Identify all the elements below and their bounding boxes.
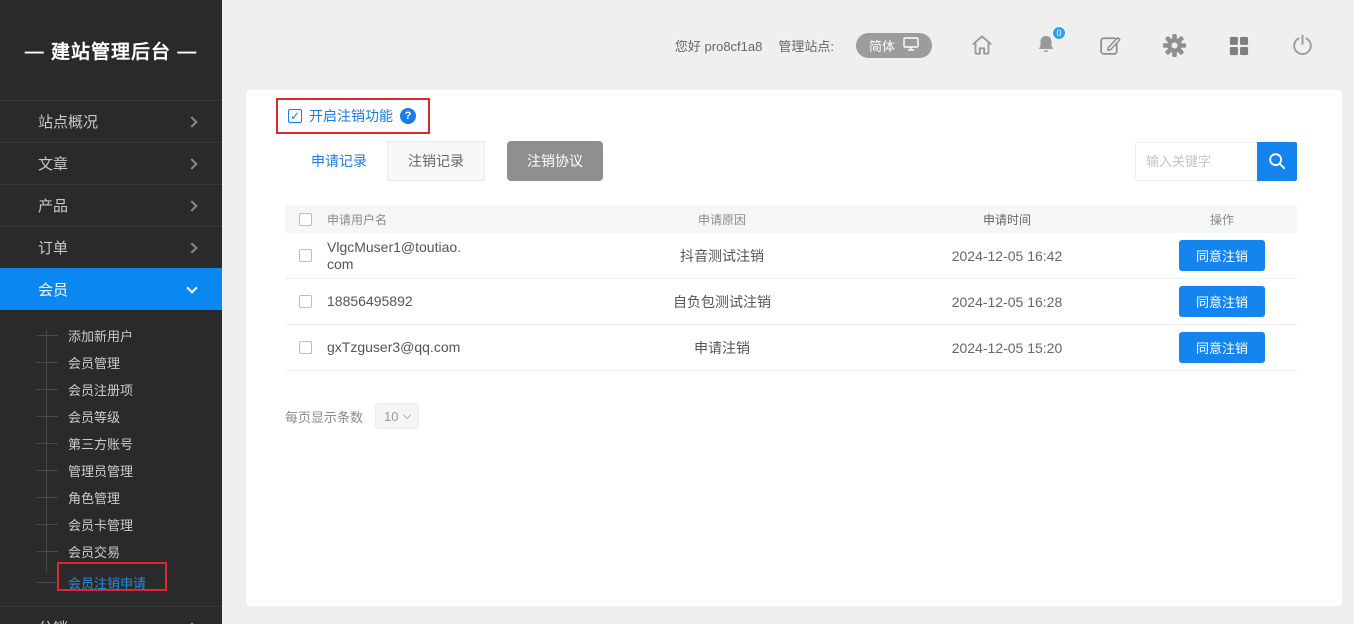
sidebar-item-site-overview[interactable]: 站点概况	[0, 100, 222, 142]
settings-button[interactable]	[1160, 31, 1188, 59]
table-row: VlgcMuser1@toutiao.com 抖音测试注销 2024-12-05…	[285, 233, 1297, 279]
row-checkbox[interactable]	[299, 295, 312, 308]
annotation-red-box-toggle: ✓ 开启注销功能 ?	[276, 98, 430, 134]
page-size-select[interactable]: 10	[375, 403, 419, 429]
chevron-right-icon	[186, 242, 197, 253]
apps-button[interactable]	[1224, 31, 1252, 59]
submenu-item-member-cancellation-requests[interactable]: 会员注销申请	[0, 569, 222, 596]
header-action: 操作	[1147, 211, 1297, 228]
members-submenu: 添加新用户 会员管理 会员注册项 会员等级 第三方账号 管理员管理 角色管理	[0, 310, 222, 606]
select-all-checkbox[interactable]	[299, 213, 312, 226]
check-icon: ✓	[290, 110, 300, 122]
submenu-item-registration-fields[interactable]: 会员注册项	[0, 376, 222, 403]
enable-cancellation-label[interactable]: 开启注销功能	[309, 106, 393, 126]
managed-site-label: 管理站点:	[778, 36, 834, 55]
sidebar-item-members[interactable]: 会员	[0, 268, 222, 310]
sidebar-item-orders[interactable]: 订单	[0, 226, 222, 268]
tab-cancellation-agreement[interactable]: 注销协议	[507, 141, 603, 181]
sidebar-item-label: 文章	[38, 153, 68, 174]
chevron-down-icon	[403, 410, 411, 418]
chevron-down-icon	[186, 282, 197, 293]
notification-badge: 0	[1052, 26, 1066, 40]
table-row: gxTzguser3@qq.com 申请注销 2024-12-05 15:20 …	[285, 325, 1297, 371]
cell-reason: 申请注销	[577, 338, 867, 358]
cell-reason: 自负包测试注销	[577, 292, 867, 312]
submenu-item-third-party-accounts[interactable]: 第三方账号	[0, 430, 222, 457]
tab-application-records[interactable]: 申请记录	[291, 141, 387, 181]
monitor-icon	[903, 37, 919, 54]
tab-cancellation-records[interactable]: 注销记录	[387, 141, 485, 181]
agree-cancellation-button[interactable]: 同意注销	[1179, 286, 1265, 317]
search-input[interactable]	[1135, 142, 1257, 181]
sidebar-item-distribution[interactable]: 分销	[0, 606, 222, 624]
submenu-item-role-management[interactable]: 角色管理	[0, 484, 222, 511]
table-row: 18856495892 自负包测试注销 2024-12-05 16:28 同意注…	[285, 279, 1297, 325]
row-checkbox[interactable]	[299, 341, 312, 354]
sidebar-item-label: 订单	[38, 237, 68, 258]
cell-reason: 抖音测试注销	[577, 246, 867, 266]
sidebar-item-label: 产品	[38, 195, 68, 216]
header-reason: 申请原因	[577, 211, 867, 228]
cell-time: 2024-12-05 16:28	[867, 294, 1147, 310]
app-logo: — 建站管理后台 —	[0, 0, 222, 100]
header-time: 申请时间	[867, 211, 1147, 228]
compose-button[interactable]	[1096, 31, 1124, 59]
power-icon	[1290, 33, 1315, 58]
home-button[interactable]	[968, 31, 996, 59]
header-username: 申请用户名	[327, 211, 577, 228]
user-greeting: 您好 pro8cf1a8	[675, 36, 762, 55]
help-icon[interactable]: ?	[400, 108, 416, 124]
search-bar	[1135, 142, 1297, 181]
logout-button[interactable]	[1288, 31, 1316, 59]
topbar: 您好 pro8cf1a8 管理站点: 简体 0	[222, 0, 1354, 90]
sidebar-item-label: 站点概况	[38, 111, 98, 132]
submenu-item-admin-management[interactable]: 管理员管理	[0, 457, 222, 484]
home-icon	[969, 32, 995, 58]
chevron-right-icon	[186, 158, 197, 169]
submenu-item-member-management[interactable]: 会员管理	[0, 349, 222, 376]
agree-cancellation-button[interactable]: 同意注销	[1179, 332, 1265, 363]
submenu-item-add-user[interactable]: 添加新用户	[0, 322, 222, 349]
sidebar-item-articles[interactable]: 文章	[0, 142, 222, 184]
requests-table: 申请用户名 申请原因 申请时间 操作 VlgcMuser1@toutiao.co…	[285, 205, 1297, 371]
content-card: ✓ 开启注销功能 ? 申请记录 注销记录 注销协议 申请用户名 申请原因 申请时…	[246, 90, 1342, 606]
search-button[interactable]	[1257, 142, 1297, 181]
enable-cancellation-checkbox[interactable]: ✓	[288, 109, 302, 123]
edit-icon	[1098, 33, 1123, 58]
chevron-right-icon	[186, 200, 197, 211]
submenu-item-member-cards[interactable]: 会员卡管理	[0, 511, 222, 538]
cell-time: 2024-12-05 16:42	[867, 248, 1147, 264]
row-checkbox[interactable]	[299, 249, 312, 262]
gear-icon	[1162, 33, 1187, 58]
sidebar-menu: 站点概况 文章 产品 订单 会员	[0, 100, 222, 310]
language-preview-button[interactable]: 简体	[856, 33, 932, 58]
cell-username: gxTzguser3@qq.com	[327, 339, 460, 355]
page-size-label: 每页显示条数	[285, 407, 363, 426]
grid-icon	[1227, 34, 1250, 57]
cell-username: 18856495892	[327, 293, 413, 309]
table-header-row: 申请用户名 申请原因 申请时间 操作	[285, 205, 1297, 233]
cell-time: 2024-12-05 15:20	[867, 340, 1147, 356]
notifications-button[interactable]: 0	[1032, 31, 1060, 59]
cell-username: VlgcMuser1@toutiao.com	[327, 239, 463, 271]
agree-cancellation-button[interactable]: 同意注销	[1179, 240, 1265, 271]
search-icon	[1267, 151, 1287, 171]
pagination: 每页显示条数 10	[285, 403, 1297, 429]
sidebar-item-label: 会员	[38, 279, 68, 300]
sidebar: — 建站管理后台 — 站点概况 文章 产品 订单 会员 添加新用户	[0, 0, 222, 624]
sidebar-item-products[interactable]: 产品	[0, 184, 222, 226]
submenu-item-member-transactions[interactable]: 会员交易	[0, 538, 222, 565]
submenu-item-member-levels[interactable]: 会员等级	[0, 403, 222, 430]
tabs-row: 申请记录 注销记录 注销协议	[285, 141, 1297, 181]
chevron-right-icon	[186, 116, 197, 127]
